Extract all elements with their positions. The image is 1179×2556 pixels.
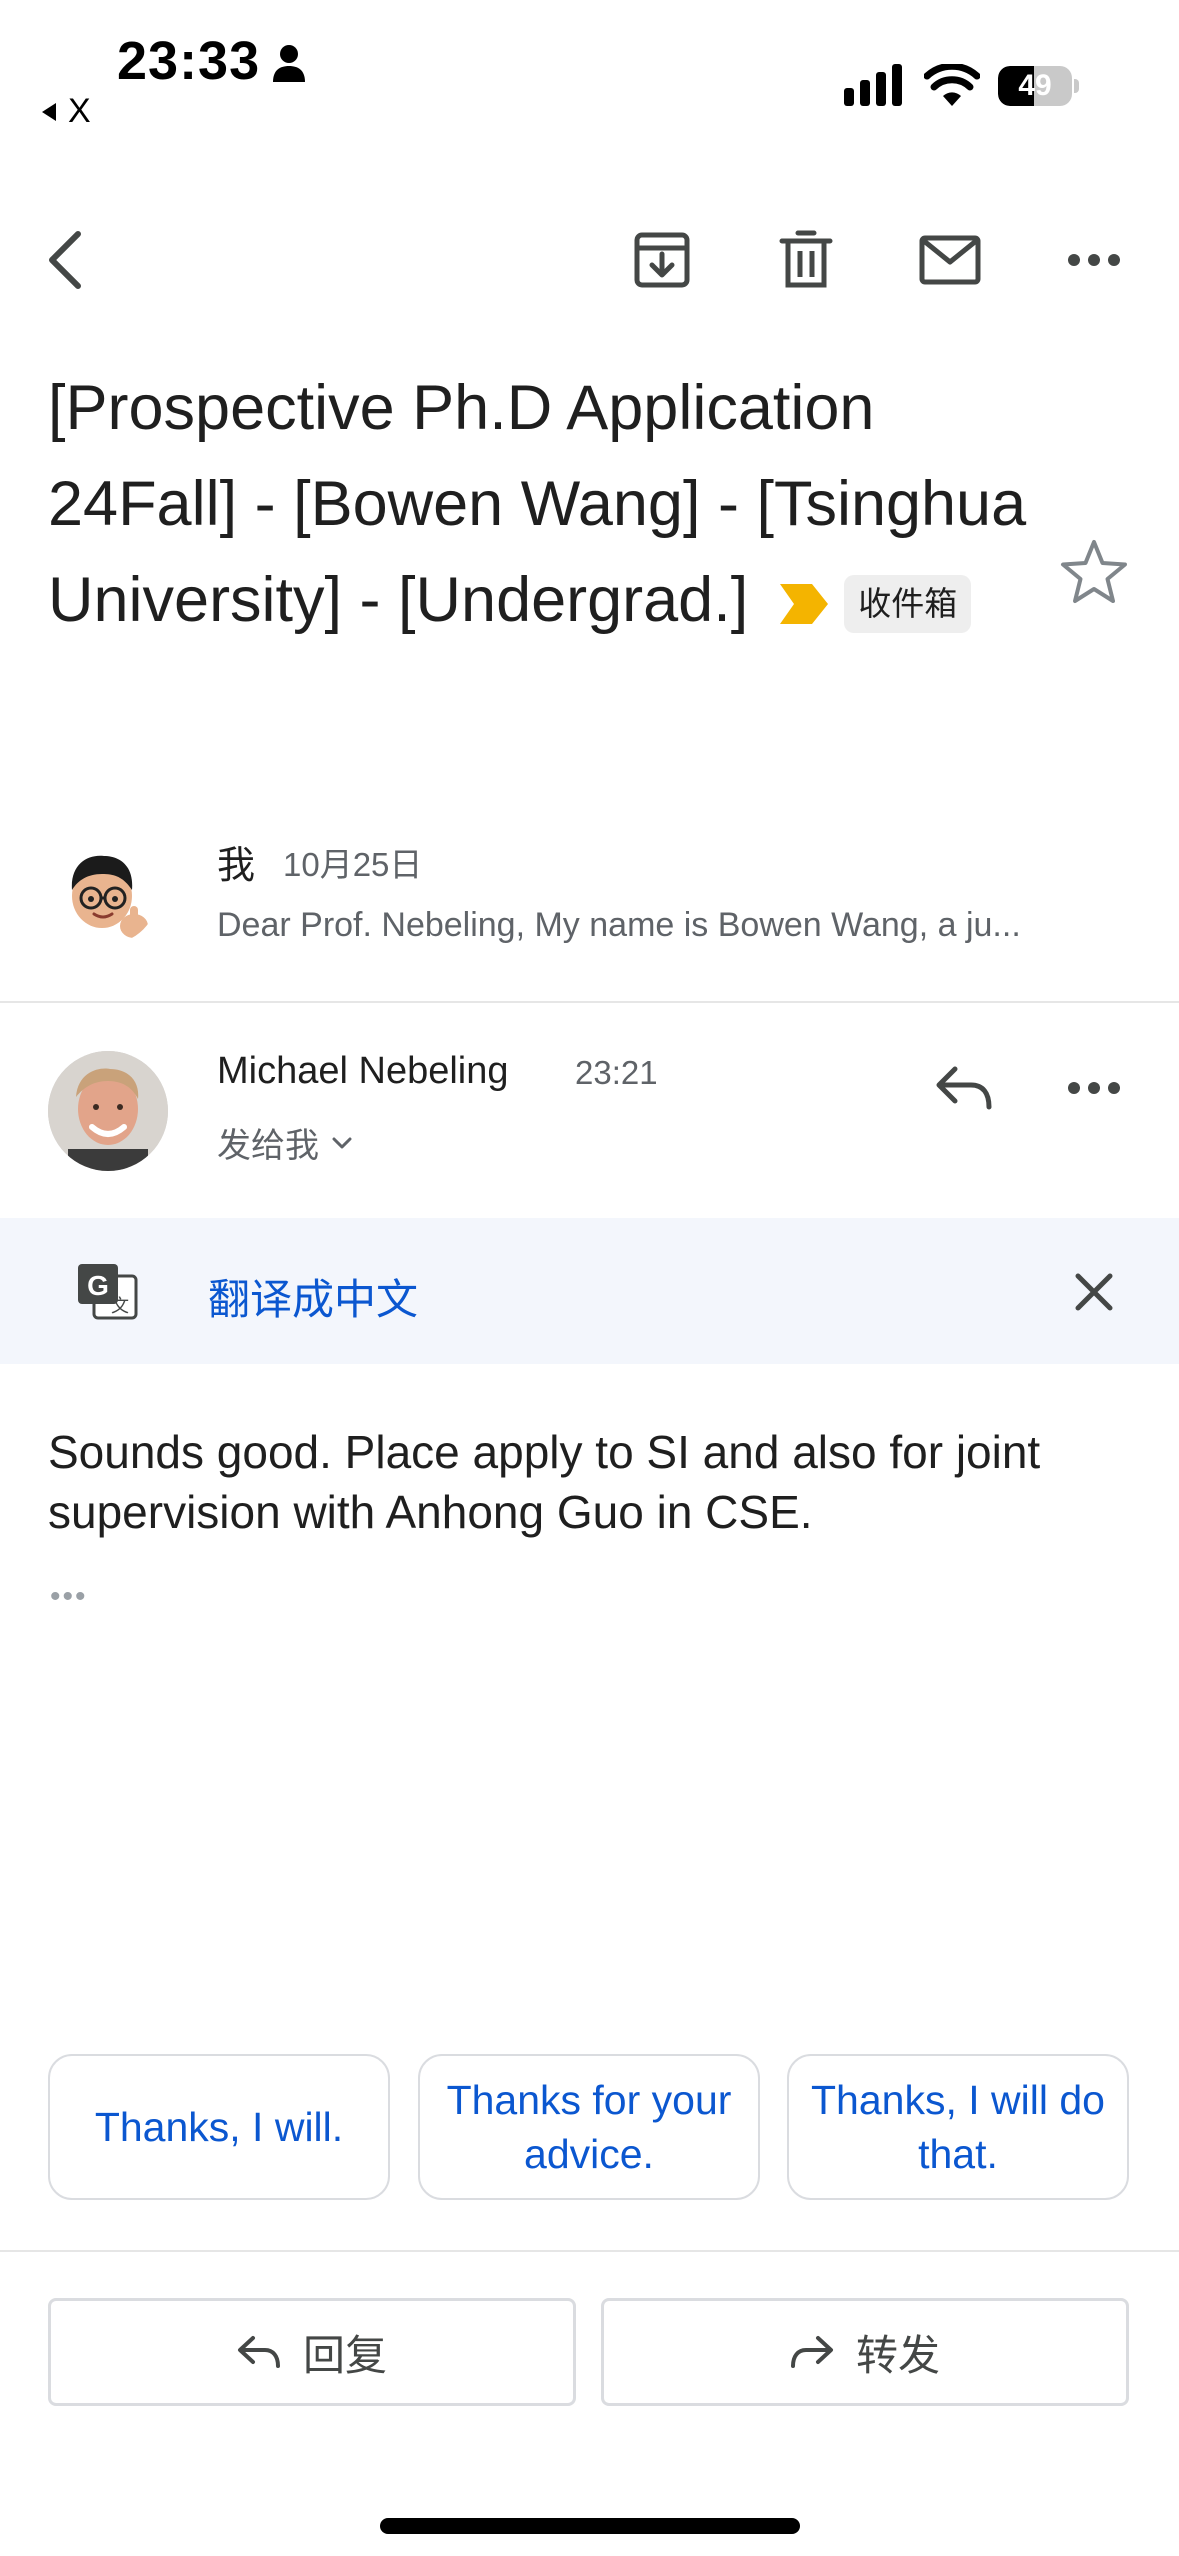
trash-icon <box>779 230 833 288</box>
delete-button[interactable] <box>758 212 854 308</box>
svg-text:G: G <box>87 1270 109 1301</box>
google-translate-icon: G 文 <box>78 1264 138 1320</box>
email-subject: [Prospective Ph.D Application 24Fall] - … <box>48 360 1048 648</box>
battery-icon: 49 <box>998 66 1079 106</box>
battery-level: 49 <box>1018 69 1052 102</box>
home-indicator[interactable] <box>380 2518 800 2534</box>
recipient-details[interactable]: 发给我 <box>217 1118 353 1167</box>
close-icon <box>1075 1273 1113 1311</box>
message-more-button[interactable] <box>1046 1040 1142 1136</box>
more-options-button[interactable] <box>1046 212 1142 308</box>
memoji-avatar-icon <box>71 855 148 938</box>
archive-icon <box>634 232 690 288</box>
translate-link[interactable]: 翻译成中文 <box>208 1266 418 1327</box>
reply-button[interactable]: 回复 <box>48 2298 576 2406</box>
smart-reply-2[interactable]: Thanks for your advice. <box>418 2054 760 2200</box>
sender-name: 我 <box>217 845 256 887</box>
star-button[interactable] <box>1056 534 1132 610</box>
reply-icon <box>936 1066 992 1110</box>
actions-divider <box>0 2250 1179 2252</box>
sender-name: Michael Nebeling <box>217 1050 509 1092</box>
collapsed-message[interactable]: 我 10月25日 <box>0 810 1179 1000</box>
message-date: 10月25日 <box>283 846 423 883</box>
avatar-memoji <box>58 844 158 944</box>
smart-reply-1[interactable]: Thanks, I will. <box>48 2054 390 2200</box>
forward-label: 转发 <box>855 2331 940 2379</box>
back-button[interactable] <box>18 212 114 308</box>
message-time: 23:21 <box>575 1054 658 1091</box>
back-to-app[interactable]: X <box>38 92 91 131</box>
smart-reply-3[interactable]: Thanks, I will do that. <box>787 2054 1129 2200</box>
avatar-michael[interactable] <box>48 1051 168 1171</box>
message-snippet: Dear Prof. Nebeling, My name is Bowen Wa… <box>217 906 1021 944</box>
recipient-label: 发给我 <box>217 1127 319 1165</box>
message-divider <box>0 1001 1179 1003</box>
wifi-icon <box>924 64 980 106</box>
person-icon <box>273 45 305 82</box>
reply-icon <box>237 2336 280 2368</box>
forward-icon <box>790 2336 833 2368</box>
importance-marker-icon[interactable] <box>778 582 830 626</box>
archive-button[interactable] <box>614 212 710 308</box>
translate-bar <box>0 1218 1179 1364</box>
back-triangle-icon <box>42 102 56 121</box>
mail-icon <box>919 235 981 285</box>
message-body: Sounds good. Place apply to SI and also … <box>48 1426 1041 1538</box>
more-horizontal-icon <box>1068 254 1120 266</box>
show-trimmed-content[interactable]: ••• <box>50 1580 88 1614</box>
profile-photo-icon <box>48 1051 168 1171</box>
svg-text:文: 文 <box>111 1296 129 1317</box>
status-time: 23:33 <box>117 31 261 91</box>
reply-label: 回复 <box>302 2331 387 2379</box>
reply-icon-button[interactable] <box>916 1040 1012 1136</box>
arrow-back-icon <box>49 231 81 289</box>
cellular-signal-icon <box>844 64 902 106</box>
forward-button[interactable]: 转发 <box>601 2298 1129 2406</box>
close-translate-button[interactable] <box>1046 1244 1142 1340</box>
inbox-label-chip[interactable]: 收件箱 <box>844 575 972 634</box>
mark-unread-button[interactable] <box>902 212 998 308</box>
back-app-label: X <box>68 92 91 130</box>
star-icon <box>1061 540 1127 603</box>
more-horizontal-icon <box>1068 1082 1120 1094</box>
chevron-down-icon <box>332 1137 352 1148</box>
